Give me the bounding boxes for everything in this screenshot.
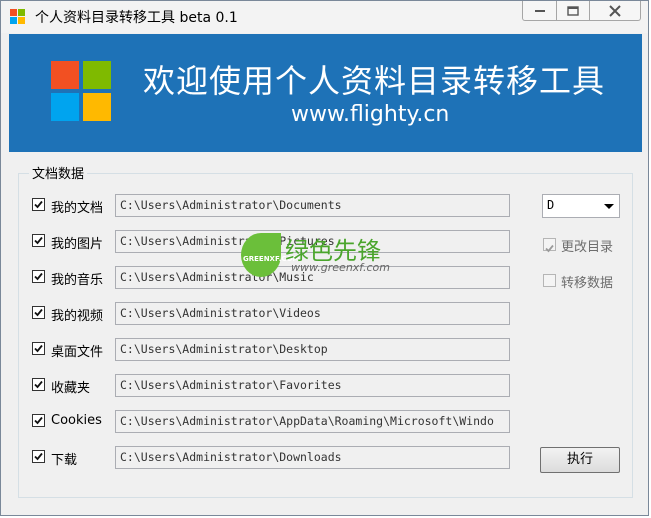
row-label-desktop: 桌面文件	[51, 345, 104, 360]
maximize-button[interactable]	[556, 1, 590, 21]
checkbox-desktop[interactable]	[32, 342, 45, 355]
maximize-icon	[567, 5, 579, 16]
minimize-icon	[534, 9, 545, 12]
check-icon	[34, 452, 43, 461]
execute-button[interactable]: 执行	[540, 447, 620, 473]
close-button[interactable]	[589, 1, 641, 21]
checkbox-documents[interactable]	[32, 198, 45, 211]
watermark: GREENXF.COM 绿色先锋 www.greenxf.com	[241, 233, 411, 283]
check-icon	[34, 344, 43, 353]
path-field-documents[interactable]: C:\Users\Administrator\Documents	[115, 194, 510, 217]
check-icon	[34, 380, 43, 389]
checkbox-videos[interactable]	[32, 306, 45, 319]
checkbox-pictures[interactable]	[32, 234, 45, 247]
check-icon	[34, 236, 43, 245]
checkbox-favorites[interactable]	[32, 378, 45, 391]
path-field-desktop[interactable]: C:\Users\Administrator\Desktop	[115, 338, 510, 361]
app-window: 个人资料目录转移工具 beta 0.1 欢迎使用个人资料目录转移工具 www.f…	[0, 0, 649, 516]
welcome-banner: 欢迎使用个人资料目录转移工具 www.flighty.cn	[9, 34, 642, 152]
row-label-downloads: 下载	[51, 453, 78, 468]
groupbox-label: 文档数据	[29, 163, 88, 182]
chevron-down-icon	[604, 204, 614, 209]
banner-subtitle: www.flighty.cn	[291, 102, 450, 127]
check-icon	[34, 416, 43, 425]
check-icon	[34, 200, 43, 209]
row-label-documents: 我的文档	[51, 201, 104, 216]
path-field-cookies[interactable]: C:\Users\Administrator\AppData\Roaming\M…	[115, 410, 510, 433]
option-label-move-data: 转移数据	[561, 276, 614, 291]
checkbox-music[interactable]	[32, 270, 45, 283]
checkbox-move-data[interactable]	[543, 274, 556, 287]
title-bar[interactable]: 个人资料目录转移工具 beta 0.1	[1, 1, 648, 33]
minimize-button[interactable]	[522, 1, 557, 21]
row-label-pictures: 我的图片	[51, 237, 104, 252]
banner-title: 欢迎使用个人资料目录转移工具	[143, 62, 606, 100]
path-field-videos[interactable]: C:\Users\Administrator\Videos	[115, 302, 510, 325]
checkbox-change-dir[interactable]	[543, 238, 556, 253]
windows-logo-icon	[10, 9, 26, 25]
check-icon	[34, 272, 43, 281]
close-icon	[609, 4, 621, 17]
drive-select[interactable]: D	[542, 194, 620, 218]
row-label-music: 我的音乐	[51, 273, 104, 288]
window-title: 个人资料目录转移工具 beta 0.1	[35, 10, 238, 26]
option-label-change-dir: 更改目录	[561, 240, 614, 255]
watermark-url: www.greenxf.com	[291, 261, 390, 274]
row-label-favorites: 收藏夹	[51, 381, 91, 396]
row-label-videos: 我的视频	[51, 309, 104, 324]
checkbox-downloads[interactable]	[32, 450, 45, 463]
row-label-cookies: Cookies	[51, 413, 102, 428]
drive-select-value: D	[547, 198, 555, 212]
windows-logo-icon	[51, 61, 111, 121]
checkbox-cookies[interactable]	[32, 414, 45, 427]
path-field-downloads[interactable]: C:\Users\Administrator\Downloads	[115, 446, 510, 469]
path-field-favorites[interactable]: C:\Users\Administrator\Favorites	[115, 374, 510, 397]
leaf-icon: GREENXF.COM	[241, 233, 299, 277]
check-icon	[34, 308, 43, 317]
check-icon	[545, 244, 554, 253]
